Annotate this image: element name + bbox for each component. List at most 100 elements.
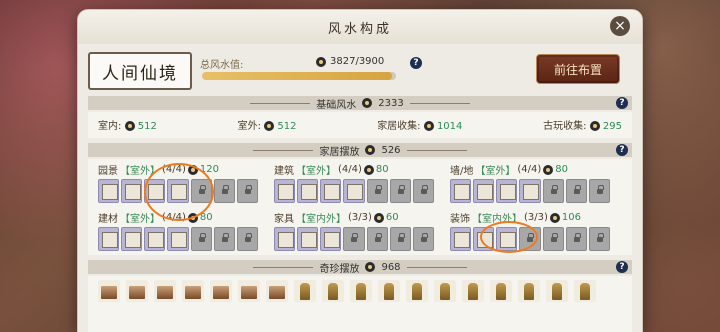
basic-header-label: 基础风水 (316, 99, 357, 111)
furniture-item-icon (171, 184, 188, 200)
furniture-slot[interactable] (144, 227, 166, 251)
furniture-slot[interactable] (450, 227, 472, 251)
lock-icon (190, 227, 212, 251)
furniture-slot[interactable] (274, 227, 296, 251)
lock-icon (236, 179, 258, 203)
rare-item-icon (300, 283, 310, 300)
goto-arrange-button[interactable]: 前往布置 (536, 54, 620, 84)
rare-item-slot[interactable] (490, 280, 512, 302)
rare-item-icon (384, 283, 394, 300)
furniture-slot[interactable] (167, 179, 189, 203)
rare-item-row (88, 276, 632, 306)
rare-item-slot[interactable] (406, 280, 428, 302)
lock-icon (412, 227, 434, 251)
rare-item-icon (213, 286, 229, 299)
lock-icon (389, 179, 411, 203)
furniture-slot[interactable] (121, 227, 143, 251)
furniture-slot[interactable] (297, 179, 319, 203)
rare-item-slot[interactable] (210, 280, 232, 302)
category-label: 建材 【室外】 (4/4) 80 (98, 212, 213, 225)
furniture-item-icon (125, 184, 142, 200)
rare-item-slot[interactable] (350, 280, 372, 302)
furniture-item-icon (324, 184, 341, 200)
rare-item-icon (101, 286, 117, 299)
furniture-item-icon (171, 232, 188, 248)
rare-item-slot[interactable] (322, 280, 344, 302)
rare-section-header: 奇珍摆放 968 ? (88, 260, 632, 275)
furniture-header-label: 家居摆放 (319, 146, 360, 158)
furniture-item-icon (278, 232, 294, 248)
furniture-slot[interactable] (274, 179, 296, 203)
lock-icon (588, 179, 610, 203)
help-icon[interactable]: ? (616, 261, 628, 273)
divider (406, 149, 467, 151)
rare-item-slot[interactable] (266, 280, 288, 302)
coin-icon (187, 164, 198, 175)
furniture-item-icon (324, 232, 341, 248)
furniture-item-icon (477, 232, 494, 248)
help-icon[interactable]: ? (616, 144, 628, 156)
lock-icon (412, 179, 434, 203)
lock-icon (190, 179, 212, 203)
panel-title: 风水构成 (327, 21, 392, 37)
furniture-slot[interactable] (343, 179, 365, 203)
rare-item-slot[interactable] (462, 280, 484, 302)
total-progress-bar (202, 72, 396, 80)
help-icon[interactable]: ? (410, 57, 422, 69)
furniture-slot[interactable] (121, 179, 143, 203)
help-icon[interactable]: ? (616, 97, 628, 109)
rare-item-slot[interactable] (154, 280, 176, 302)
coin-icon (316, 56, 326, 67)
furniture-slot[interactable] (320, 227, 342, 251)
rare-item-slot[interactable] (182, 280, 204, 302)
furniture-slot[interactable] (98, 179, 120, 203)
rare-item-slot[interactable] (126, 280, 148, 302)
coin-icon (365, 145, 376, 155)
furniture-item-icon (454, 232, 470, 248)
rare-item-slot[interactable] (434, 280, 456, 302)
basic-header-value: 2333 (378, 97, 404, 109)
furniture-slot[interactable] (167, 227, 189, 251)
coin-icon (362, 98, 373, 108)
furniture-slot[interactable] (320, 179, 342, 203)
rare-item-slot[interactable] (574, 280, 596, 302)
lock-icon (366, 227, 388, 251)
furniture-slot[interactable] (496, 227, 518, 251)
furniture-slot[interactable] (473, 227, 495, 251)
close-icon[interactable]: × (610, 16, 630, 36)
total-value: 3827/3900 (316, 56, 384, 67)
furniture-item-icon (102, 184, 118, 200)
rare-item-slot[interactable] (294, 280, 316, 302)
lock-icon (542, 227, 564, 251)
summary: 人间仙境 总风水值: 3827/3900 ? 前往布置 (88, 52, 632, 90)
total-value-text: 3827/3900 (330, 56, 385, 67)
lock-icon (565, 179, 587, 203)
basic-item: 家居收集: 1014 (377, 121, 463, 132)
furniture-item-icon (347, 184, 364, 200)
furniture-slot[interactable] (519, 179, 541, 203)
furniture-slot[interactable] (496, 179, 518, 203)
furniture-slot[interactable] (297, 227, 319, 251)
lock-icon (236, 227, 258, 251)
rare-item-slot[interactable] (238, 280, 260, 302)
rare-item-slot[interactable] (378, 280, 400, 302)
coin-icon (373, 212, 384, 223)
furniture-slot[interactable] (144, 179, 166, 203)
lock-icon (213, 179, 235, 203)
rare-item-icon (440, 283, 450, 300)
rare-item-slot[interactable] (518, 280, 540, 302)
furniture-slot[interactable] (98, 227, 120, 251)
furniture-item-icon (477, 184, 494, 200)
divider (253, 149, 314, 151)
furniture-header-value: 526 (381, 144, 401, 156)
furniture-slot[interactable] (473, 179, 495, 203)
rare-item-slot[interactable] (98, 280, 120, 302)
furniture-slot[interactable] (450, 179, 472, 203)
rare-item-slot[interactable] (546, 280, 568, 302)
coin-icon (549, 212, 560, 223)
rare-item-icon (580, 283, 590, 300)
divider (406, 266, 467, 268)
rare-section-body (88, 276, 632, 332)
furniture-item-icon (500, 184, 517, 200)
furniture-item-icon (301, 184, 318, 200)
